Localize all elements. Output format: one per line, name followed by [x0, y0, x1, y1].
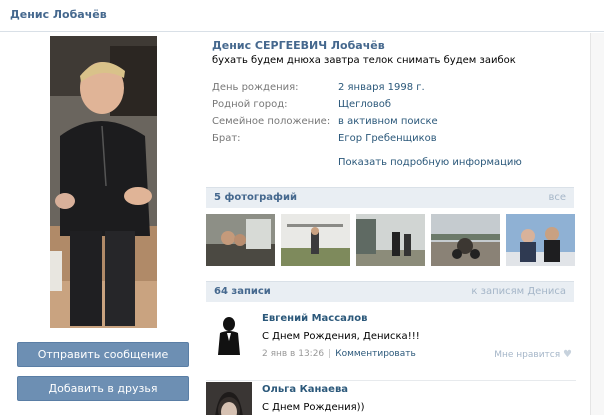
add-friend-button[interactable]: Добавить в друзья: [17, 376, 189, 401]
profile-photo-image: [50, 36, 157, 328]
wall-posts-count[interactable]: 64 записи: [214, 286, 271, 297]
info-row-hometown: Родной город: Щегловоб: [212, 99, 572, 117]
info-value[interactable]: в активном поиске: [338, 116, 438, 127]
info-label: Семейное положение:: [212, 116, 331, 127]
page-title: Денис Лобачёв: [10, 8, 107, 21]
masked-man-icon: [206, 311, 252, 357]
photos-all-link[interactable]: все: [548, 192, 566, 203]
post-meta: 2 янв в 13:26 | Комментировать: [262, 349, 416, 359]
like-label: Мне нравится: [494, 350, 561, 360]
meta-separator: |: [328, 349, 332, 359]
info-label: Родной город:: [212, 99, 288, 110]
photos-strip: [206, 214, 576, 268]
info-value[interactable]: Егор Гребенщиков: [338, 133, 437, 144]
profile-photo[interactable]: [50, 36, 157, 328]
page-scrollbar[interactable]: [590, 33, 604, 415]
photos-count[interactable]: 5 фотографий: [214, 192, 297, 203]
info-row-relationship: Семейное положение: в активном поиске: [212, 116, 572, 134]
info-row-birthday: День рождения: 2 января 1998 г.: [212, 82, 572, 100]
photo-thumb[interactable]: [206, 214, 275, 266]
photo-thumb[interactable]: [356, 214, 425, 266]
photo-thumb[interactable]: [431, 214, 500, 266]
photo-thumb[interactable]: [506, 214, 575, 266]
show-more-info-link[interactable]: Показать подробную информацию: [338, 157, 522, 168]
info-value[interactable]: 2 января 1998 г.: [338, 82, 425, 93]
post-text: С Днем Рождения, Дениска!!!: [262, 331, 420, 342]
author-photo: [206, 382, 252, 415]
comment-link[interactable]: Комментировать: [335, 349, 416, 359]
profile-status: бухать будем днюха завтра телок снимать …: [212, 55, 516, 66]
post-author[interactable]: Евгений Массалов: [262, 313, 367, 324]
post-text: С Днем Рождения)): [262, 402, 365, 413]
photos-section-header[interactable]: 5 фотографий все: [206, 187, 574, 208]
like-button[interactable]: Мне нравится ♥: [494, 349, 572, 360]
photo-thumb[interactable]: [281, 214, 350, 266]
send-message-button[interactable]: Отправить сообщение: [17, 342, 189, 367]
wall-post: Евгений Массалов С Днем Рождения, Дениск…: [206, 309, 576, 381]
wall-post: Ольга Канаева С Днем Рождения)): [206, 380, 576, 415]
info-label: Брат:: [212, 133, 241, 144]
post-author[interactable]: Ольга Канаева: [262, 384, 348, 395]
info-value[interactable]: Щегловоб: [338, 99, 391, 110]
heart-icon: ♥: [563, 349, 572, 360]
info-row-brother: Брат: Егор Гребенщиков: [212, 133, 572, 151]
info-label: День рождения:: [212, 82, 299, 93]
author-avatar[interactable]: [206, 311, 252, 357]
left-column: Отправить сообщение Добавить в друзья: [0, 33, 200, 415]
profile-name: Денис СЕРГЕЕВИЧ Лобачёв: [212, 39, 385, 52]
wall-link[interactable]: к записям Дениса: [471, 286, 566, 297]
page-header: Денис Лобачёв: [0, 0, 604, 32]
author-avatar[interactable]: [206, 382, 252, 415]
wall-section-header[interactable]: 64 записи к записям Дениса: [206, 281, 574, 302]
post-time[interactable]: 2 янв в 13:26: [262, 349, 324, 359]
right-column: Денис СЕРГЕЕВИЧ Лобачёв бухать будем дню…: [206, 33, 576, 415]
